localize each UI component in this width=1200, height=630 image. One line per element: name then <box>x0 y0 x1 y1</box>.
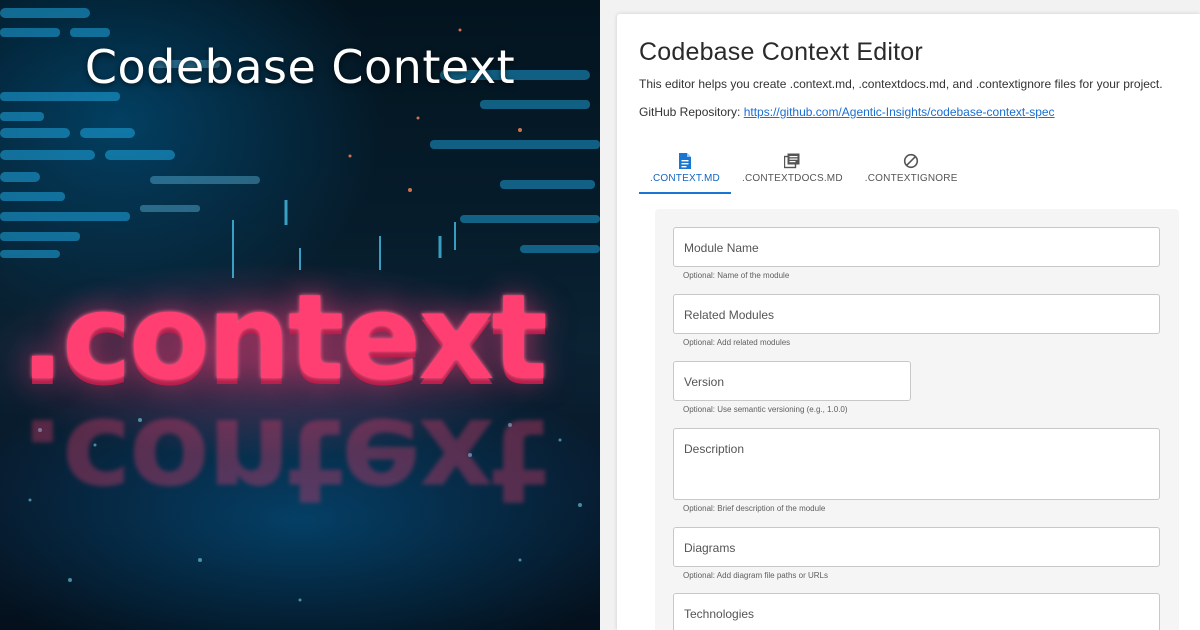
field-helper: Optional: Add diagram file paths or URLs <box>683 571 828 580</box>
description-textarea[interactable]: Description <box>673 428 1160 500</box>
tab-context-md[interactable]: .CONTEXT.MD <box>639 148 731 194</box>
hero-word-reflection: .context <box>20 392 545 530</box>
hero-image: Codebase Context .context .context <box>0 0 600 630</box>
block-icon <box>903 151 919 171</box>
tab-label: .CONTEXT.MD <box>650 173 720 184</box>
page-title: Codebase Context Editor <box>639 38 923 66</box>
field-placeholder: Version <box>684 375 725 389</box>
repo-link[interactable]: https://github.com/Agentic-Insights/code… <box>744 105 1055 119</box>
technologies-input[interactable]: Technologies <box>673 593 1160 630</box>
field-helper: Optional: Use semantic versioning (e.g.,… <box>683 405 848 414</box>
repo-line: GitHub Repository: https://github.com/Ag… <box>639 105 1055 119</box>
document-icon <box>678 151 692 171</box>
context-form: Module Name Optional: Name of the module… <box>655 209 1179 630</box>
field-placeholder: Module Name <box>684 241 759 255</box>
field-helper: Optional: Brief description of the modul… <box>683 504 826 513</box>
related-modules-input[interactable]: Related Modules <box>673 294 1160 334</box>
field-helper: Optional: Add related modules <box>683 338 791 347</box>
tab-contextignore[interactable]: .CONTEXTIGNORE <box>854 148 969 194</box>
field-helper: Optional: Name of the module <box>683 271 790 280</box>
field-placeholder: Technologies <box>684 607 755 621</box>
hero-title: Codebase Context <box>84 40 516 94</box>
tab-label: .CONTEXTDOCS.MD <box>741 173 843 184</box>
module-name-input[interactable]: Module Name <box>673 227 1160 267</box>
field-placeholder: Related Modules <box>684 308 775 322</box>
field-placeholder: Diagrams <box>684 541 736 555</box>
hero-word-logo: .context <box>20 268 548 406</box>
file-tabs: .CONTEXT.MD .CONTEXTDOCS.MD .CONTEXTIGNO… <box>639 148 969 194</box>
field-placeholder: Description <box>684 442 745 456</box>
intro-text: This editor helps you create .context.md… <box>639 77 1163 91</box>
repo-label: GitHub Repository: <box>639 105 741 119</box>
diagrams-input[interactable]: Diagrams <box>673 527 1160 567</box>
tab-contextdocs-md[interactable]: .CONTEXTDOCS.MD <box>731 148 854 194</box>
editor-panel: Codebase Context Editor This editor help… <box>617 14 1200 630</box>
version-input[interactable]: Version <box>673 361 911 401</box>
tab-label: .CONTEXTIGNORE <box>864 173 958 184</box>
library-icon <box>784 151 800 171</box>
